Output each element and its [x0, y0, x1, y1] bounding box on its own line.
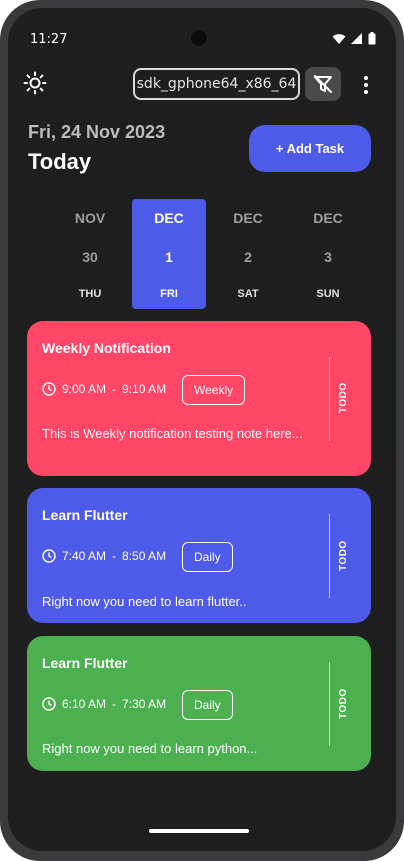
status-time: 11:27 [30, 32, 68, 47]
date-weekday: FRI [160, 288, 178, 300]
task-note: Right now you need to learn python... [42, 741, 258, 756]
date-day: 2 [244, 249, 252, 265]
date-weekday: SUN [316, 288, 340, 300]
signal-icon [351, 32, 362, 44]
wifi-icon [332, 33, 346, 44]
task-title: Learn Flutter [42, 507, 128, 523]
clock-icon [42, 382, 56, 396]
filter-off-icon [314, 75, 332, 93]
app-screen: 11:27 sdk_gphone64_x86_64 Fri, 24 Nov 20… [8, 8, 396, 851]
date-month: NOV [74, 210, 106, 226]
task-time: 9:00 AM - 9:10 AM [42, 382, 166, 396]
clock-icon [42, 697, 56, 711]
task-repeat-badge: Daily [182, 542, 233, 572]
task-start-time: 9:00 AM [62, 382, 107, 396]
task-status: TODO [338, 540, 349, 572]
date-weekday: THU [78, 288, 102, 300]
date-cell[interactable]: NOV 30 THU [53, 199, 127, 309]
status-icons [332, 32, 376, 45]
task-note: This is Weekly notification testing note… [42, 426, 303, 441]
task-repeat-badge: Weekly [182, 375, 246, 405]
add-task-button[interactable]: + Add Task [249, 125, 371, 172]
task-repeat-badge: Daily [182, 690, 233, 720]
menu-dot [364, 83, 368, 87]
task-card[interactable]: Learn Flutter 7:40 AM - 8:50 AM Daily Ri… [27, 488, 371, 623]
device-name-chip[interactable]: sdk_gphone64_x86_64 [133, 68, 300, 100]
date-picker-strip: V D NOV 30 THU DEC 1 FRI DEC 2 SAT DEC 3… [8, 199, 396, 309]
battery-icon [368, 32, 376, 45]
task-card[interactable]: Learn Flutter 6:10 AM - 7:30 AM Daily Ri… [27, 636, 371, 771]
date-cell[interactable]: V D [8, 199, 34, 309]
task-end-time: 7:30 AM [122, 697, 167, 711]
filter-off-button[interactable] [305, 67, 341, 101]
task-time-separator: - [112, 549, 117, 563]
date-month: DEC [154, 210, 184, 226]
task-end-time: 9:10 AM [122, 382, 167, 396]
front-camera [189, 28, 209, 48]
page-title: Today [28, 149, 92, 174]
task-start-time: 7:40 AM [62, 549, 107, 563]
date-day: 30 [82, 249, 98, 265]
menu-dot [364, 76, 368, 80]
clock-icon [42, 549, 56, 563]
date-month: DEC [313, 210, 343, 226]
date-cell-selected[interactable]: DEC 1 FRI [132, 199, 206, 309]
status-bar: 11:27 [8, 8, 396, 48]
date-day: 1 [165, 249, 173, 265]
task-title: Learn Flutter [42, 655, 128, 671]
task-note: Right now you need to learn flutter.. [42, 594, 247, 609]
overflow-menu-button[interactable] [358, 74, 374, 96]
theme-toggle-button[interactable] [22, 70, 48, 96]
date-month: DEC [233, 210, 263, 226]
menu-dot [364, 90, 368, 94]
date-month: V [8, 210, 34, 226]
task-divider [329, 662, 330, 746]
task-status: TODO [338, 382, 349, 414]
task-start-time: 6:10 AM [62, 697, 107, 711]
task-end-time: 8:50 AM [122, 549, 167, 563]
task-time-separator: - [112, 697, 117, 711]
current-date: Fri, 24 Nov 2023 [28, 122, 166, 142]
task-time: 7:40 AM - 8:50 AM [42, 549, 166, 563]
device-frame: 11:27 sdk_gphone64_x86_64 Fri, 24 Nov 20… [0, 0, 404, 861]
task-divider [329, 357, 330, 441]
date-cell[interactable]: DEC 3 SUN [291, 199, 365, 309]
task-status: TODO [338, 688, 349, 720]
date-day: 3 [324, 249, 332, 265]
task-divider [329, 514, 330, 598]
task-title: Weekly Notification [42, 340, 171, 356]
task-time: 6:10 AM - 7:30 AM [42, 697, 166, 711]
date-weekday: SAT [237, 288, 259, 300]
task-time-separator: - [112, 382, 117, 396]
sun-icon [23, 71, 47, 95]
date-cell[interactable]: DEC 2 SAT [211, 199, 285, 309]
task-card[interactable]: Weekly Notification 9:00 AM - 9:10 AM We… [27, 321, 371, 476]
home-indicator[interactable] [149, 829, 249, 833]
date-weekday: D [8, 288, 34, 300]
